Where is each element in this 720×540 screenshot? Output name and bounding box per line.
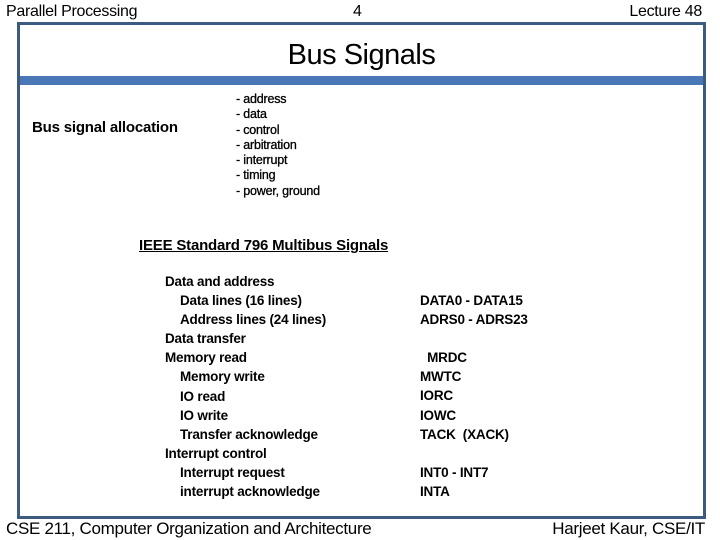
- footer-course-name: CSE 211, Computer Organization and Archi…: [6, 519, 372, 538]
- signal-name: Address lines (24 lines): [180, 312, 327, 328]
- header-course-topic: Parallel Processing: [6, 3, 138, 20]
- allocation-list: - address - data - control - arbitration…: [236, 92, 320, 199]
- page-number: 4: [353, 3, 362, 20]
- signal-name: interrupt acknowledge: [180, 484, 320, 500]
- signal-name: IO read: [180, 388, 226, 404]
- signal-code: IORC: [420, 388, 453, 404]
- slide-frame: Bus Signals: [17, 22, 706, 519]
- signal-code: INT0 - INT7: [420, 464, 489, 480]
- footer-author: Harjeet Kaur, CSE/IT: [552, 519, 705, 538]
- signal-name: Memory write: [180, 369, 265, 385]
- bus-signal-allocation-label: Bus signal allocation: [32, 119, 178, 136]
- signal-code: [420, 444, 528, 463]
- signal-code: INTA: [420, 483, 450, 499]
- signal-name: Transfer acknowledge: [180, 426, 318, 442]
- allocation-item: - control: [236, 122, 280, 137]
- signal-name: Data and address: [165, 274, 275, 289]
- signal-codes-list: DATA0 - DATA15 ADRS0 - ADRS23 MRDC MWTC IOR…: [420, 291, 528, 501]
- signal-code: TACK (XACK): [420, 426, 509, 442]
- signal-code: ADRS0 - ADRS23: [420, 312, 528, 328]
- allocation-item: - address: [236, 92, 287, 106]
- title-divider-bar: [20, 76, 703, 85]
- signal-name: IO write: [180, 407, 228, 423]
- allocation-item: - arbitration: [236, 137, 297, 152]
- slide-title: Bus Signals: [287, 39, 436, 71]
- signal-code: MWTC: [420, 369, 462, 385]
- signal-names-list: Data and address Data lines (16 lines) Add…: [165, 272, 326, 501]
- signal-name: Memory read: [165, 350, 247, 366]
- signal-code: MRDC: [420, 350, 467, 366]
- signal-name: Data transfer: [165, 331, 246, 347]
- allocation-item: - interrupt: [236, 153, 288, 168]
- signal-code: [420, 329, 528, 348]
- ieee-section-heading: IEEE Standard 796 Multibus Signals: [139, 237, 389, 254]
- allocation-item: - timing: [236, 168, 276, 183]
- header-lecture-number: Lecture 48: [629, 3, 702, 20]
- allocation-item: - power, ground: [236, 183, 320, 198]
- signal-code: IOWC: [420, 407, 456, 423]
- allocation-item: - data: [236, 107, 267, 122]
- signal-code: DATA0 - DATA15: [420, 293, 523, 308]
- signal-name: Interrupt request: [180, 464, 285, 480]
- signal-name: Data lines (16 lines): [180, 293, 302, 309]
- signal-name: Interrupt control: [165, 445, 267, 461]
